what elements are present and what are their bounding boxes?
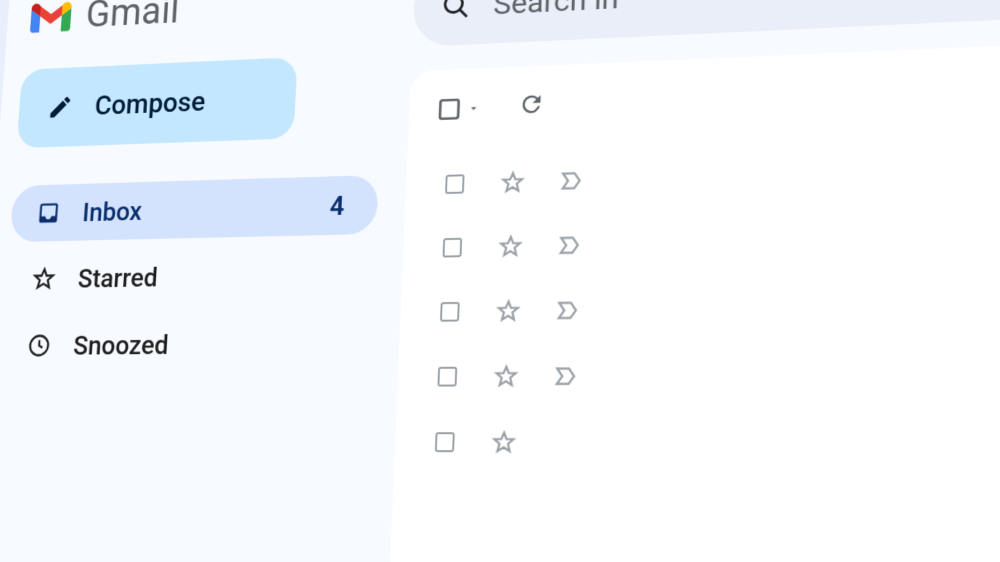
- checkbox-icon[interactable]: [438, 300, 462, 324]
- importance-icon[interactable]: [553, 363, 579, 389]
- checkbox-icon: [437, 97, 462, 122]
- folder-starred-label: Starred: [77, 258, 347, 294]
- search-placeholder: Search in: [493, 0, 619, 22]
- message-row[interactable]: [425, 338, 1000, 410]
- search-box[interactable]: Search in: [412, 0, 1000, 47]
- checkbox-icon[interactable]: [443, 172, 466, 196]
- star-icon[interactable]: [495, 298, 521, 324]
- folder-inbox-count: 4: [329, 189, 351, 221]
- caret-down-icon: [467, 101, 481, 115]
- checkbox-icon[interactable]: [435, 365, 459, 389]
- pencil-icon: [47, 93, 74, 121]
- main-area: Search in: [376, 0, 1000, 562]
- star-icon[interactable]: [498, 234, 524, 260]
- refresh-button[interactable]: [518, 90, 546, 122]
- refresh-icon: [518, 90, 546, 118]
- star-icon: [31, 266, 57, 292]
- compose-label: Compose: [94, 85, 206, 121]
- folder-inbox-label: Inbox: [82, 191, 307, 228]
- star-icon[interactable]: [491, 429, 517, 455]
- list-toolbar: [437, 64, 1000, 125]
- clock-icon: [26, 332, 52, 358]
- folder-inbox[interactable]: Inbox 4: [9, 175, 378, 242]
- folder-snoozed-label: Snoozed: [72, 327, 344, 361]
- inbox-icon: [36, 200, 62, 226]
- message-row[interactable]: [422, 409, 1000, 482]
- importance-icon[interactable]: [557, 232, 583, 258]
- brand[interactable]: Gmail: [29, 0, 387, 40]
- message-row[interactable]: [433, 128, 1000, 216]
- star-icon[interactable]: [500, 170, 526, 196]
- search-icon: [441, 0, 472, 22]
- folder-starred[interactable]: Starred: [5, 243, 376, 308]
- importance-icon[interactable]: [555, 297, 581, 323]
- star-icon[interactable]: [493, 363, 519, 389]
- select-all-control[interactable]: [437, 96, 481, 122]
- importance-icon[interactable]: [559, 168, 585, 194]
- message-list-panel: [384, 35, 1000, 562]
- checkbox-icon[interactable]: [441, 236, 465, 260]
- sidebar: Gmail Compose Inbox 4 Starred: [0, 0, 409, 562]
- brand-name: Gmail: [85, 0, 181, 37]
- checkbox-icon[interactable]: [433, 430, 457, 454]
- compose-button[interactable]: Compose: [16, 57, 297, 148]
- message-row[interactable]: [428, 267, 1000, 344]
- folder-snoozed[interactable]: Snoozed: [0, 313, 373, 375]
- gmail-logo-icon: [30, 0, 72, 36]
